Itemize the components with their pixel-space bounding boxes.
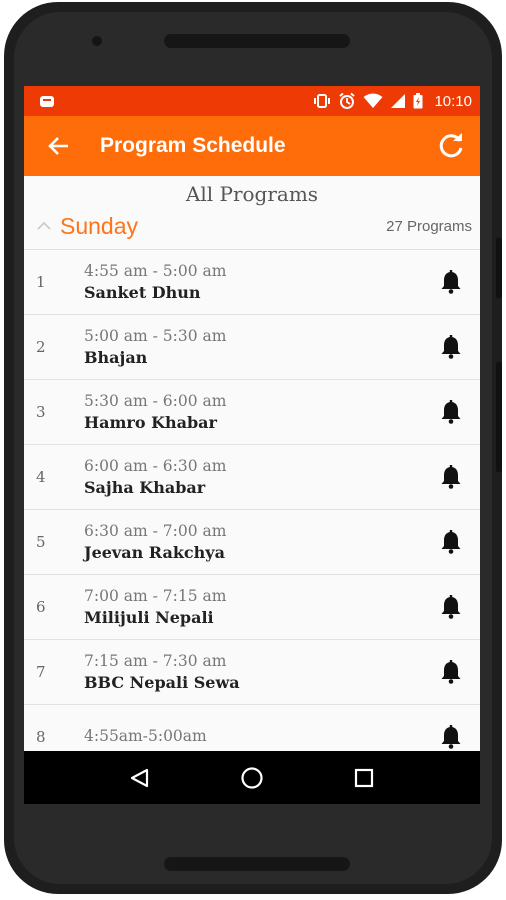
- page-title: Program Schedule: [100, 134, 286, 157]
- alarm-icon: [339, 92, 356, 109]
- app-bar: Program Schedule: [24, 116, 480, 176]
- program-name: Jeevan Rakchya: [84, 543, 225, 562]
- bell-icon[interactable]: [438, 594, 464, 620]
- program-number: 6: [36, 598, 46, 616]
- bell-icon[interactable]: [438, 464, 464, 490]
- system-nav-bar: [24, 751, 480, 804]
- program-number: 5: [36, 533, 46, 551]
- program-number: 1: [36, 273, 46, 291]
- program-row[interactable]: 4 6:00 am - 6:30 am Sajha Khabar: [24, 445, 480, 510]
- top-speaker: [164, 34, 350, 48]
- program-time: 7:15 am - 7:30 am: [84, 652, 227, 670]
- program-row[interactable]: 3 5:30 am - 6:00 am Hamro Khabar: [24, 380, 480, 445]
- program-name: Bhajan: [84, 348, 148, 367]
- program-name: BBC Nepali Sewa: [84, 673, 240, 692]
- program-time: 7:00 am - 7:15 am: [84, 587, 227, 605]
- day-group-header[interactable]: Sunday 27 Programs: [24, 211, 480, 241]
- program-name: Milijuli Nepali: [84, 608, 214, 627]
- program-time: 6:30 am - 7:00 am: [84, 522, 227, 540]
- program-number: 8: [36, 728, 46, 746]
- program-row[interactable]: 2 5:00 am - 5:30 am Bhajan: [24, 315, 480, 380]
- program-name: Hamro Khabar: [84, 413, 217, 432]
- program-time: 5:30 am - 6:00 am: [84, 392, 227, 410]
- refresh-icon[interactable]: [436, 131, 466, 161]
- program-row[interactable]: 1 4:55 am - 5:00 am Sanket Dhun: [24, 250, 480, 315]
- signal-icon: [391, 94, 406, 108]
- wifi-icon: [363, 93, 383, 108]
- program-number: 3: [36, 403, 46, 421]
- volume-button: [496, 238, 502, 298]
- program-name: Sajha Khabar: [84, 478, 206, 497]
- program-count: 27 Programs: [386, 217, 472, 235]
- bell-icon[interactable]: [438, 334, 464, 360]
- app-screen: 10:10 Program Schedule All Programs Sund…: [24, 86, 480, 804]
- program-time: 4:55am-5:00am: [84, 726, 207, 745]
- status-time: 10:10: [434, 92, 472, 110]
- battery-charging-icon: [413, 93, 423, 109]
- program-time: 5:00 am - 5:30 am: [84, 327, 227, 345]
- program-name: Sanket Dhun: [84, 283, 201, 302]
- recents-icon[interactable]: [344, 758, 384, 798]
- android-app-icon: [40, 95, 54, 107]
- arrow-back-icon[interactable]: [48, 135, 70, 157]
- program-row[interactable]: 6 7:00 am - 7:15 am Milijuli Nepali: [24, 575, 480, 640]
- day-label: Sunday: [60, 212, 139, 239]
- power-button: [496, 362, 502, 472]
- bell-icon[interactable]: [438, 529, 464, 555]
- chevron-up-icon: [37, 221, 51, 230]
- program-time: 6:00 am - 6:30 am: [84, 457, 227, 475]
- status-bar: 10:10: [24, 86, 480, 116]
- bell-icon[interactable]: [438, 724, 464, 750]
- program-number: 2: [36, 338, 46, 356]
- program-number: 7: [36, 663, 46, 681]
- home-icon[interactable]: [232, 758, 272, 798]
- program-time: 4:55 am - 5:00 am: [84, 262, 227, 280]
- program-number: 4: [36, 468, 46, 486]
- front-camera: [92, 36, 102, 46]
- bell-icon[interactable]: [438, 659, 464, 685]
- bottom-speaker: [164, 857, 350, 871]
- program-list: 1 4:55 am - 5:00 am Sanket Dhun 2 5:00 am…: [24, 250, 480, 770]
- program-row[interactable]: 5 6:30 am - 7:00 am Jeevan Rakchya: [24, 510, 480, 575]
- bell-icon[interactable]: [438, 269, 464, 295]
- program-row[interactable]: 7 7:15 am - 7:30 am BBC Nepali Sewa: [24, 640, 480, 705]
- back-icon[interactable]: [120, 758, 160, 798]
- vibrate-icon: [314, 94, 331, 108]
- bell-icon[interactable]: [438, 399, 464, 425]
- section-title: All Programs: [185, 182, 319, 206]
